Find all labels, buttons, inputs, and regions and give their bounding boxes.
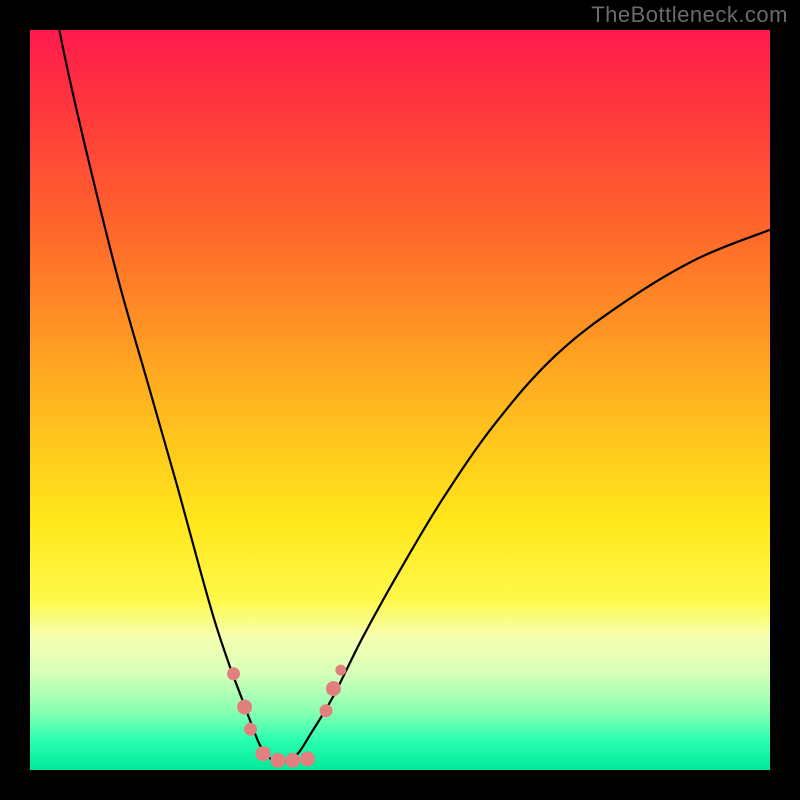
highlight-dots — [228, 665, 346, 767]
highlight-dot — [271, 753, 285, 767]
plot-area — [30, 30, 770, 770]
highlight-dot — [256, 747, 270, 761]
highlight-dot — [336, 665, 346, 675]
highlight-dot — [286, 753, 300, 767]
right-curve — [282, 230, 770, 763]
watermark-text: TheBottleneck.com — [591, 2, 788, 28]
left-curve — [52, 30, 281, 763]
highlight-dot — [228, 668, 240, 680]
highlight-dot — [320, 705, 332, 717]
highlight-dot — [326, 682, 340, 696]
highlight-dot — [245, 723, 257, 735]
highlight-dot — [301, 752, 315, 766]
chart-frame: TheBottleneck.com — [0, 0, 800, 800]
curve-layer — [30, 30, 770, 770]
highlight-dot — [238, 700, 252, 714]
